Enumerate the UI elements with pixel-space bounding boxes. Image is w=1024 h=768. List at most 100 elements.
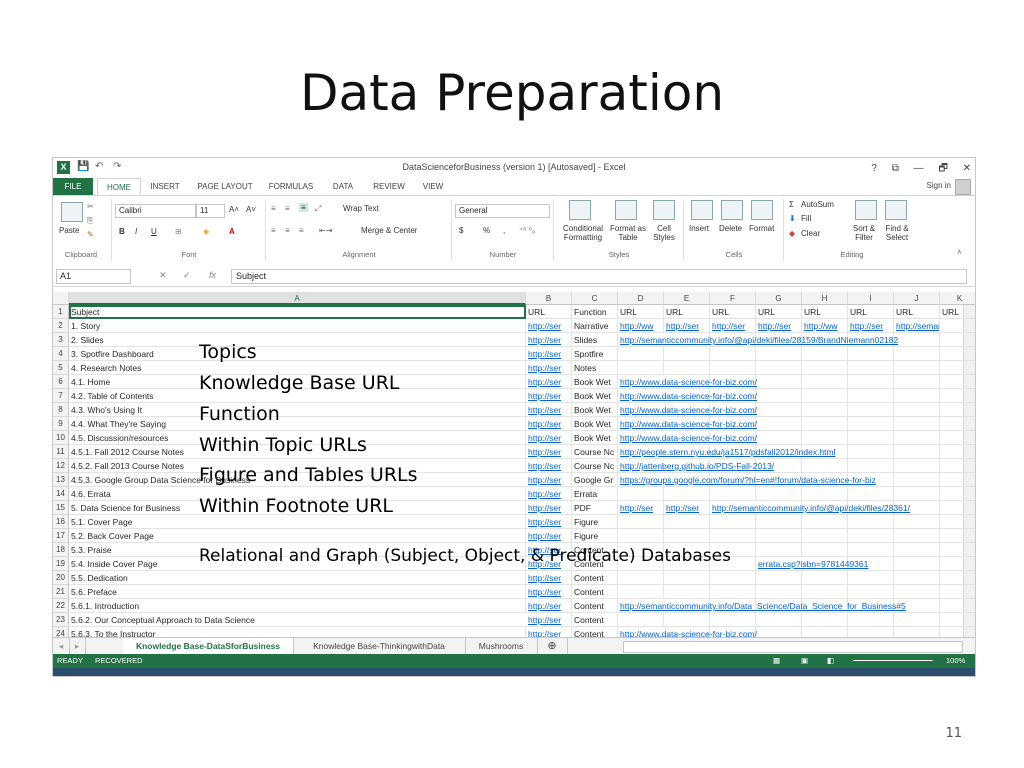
insert-button[interactable]: Insert: [689, 224, 709, 233]
cell-d17[interactable]: [618, 529, 664, 543]
cell-i2[interactable]: http://ser: [848, 319, 894, 333]
cell-c5[interactable]: Notes: [572, 361, 618, 375]
cell-d9[interactable]: http://www.data-science-for-biz.com/: [618, 417, 975, 431]
cell-b17[interactable]: http://ser: [526, 529, 572, 543]
cell-g17[interactable]: [756, 529, 802, 543]
cell-d3[interactable]: http://semanticcommunity.info/@api/deki/…: [618, 333, 975, 347]
cell-g14[interactable]: [756, 487, 802, 501]
cell-c21[interactable]: Content: [572, 585, 618, 599]
cell-a16[interactable]: 5.1. Cover Page: [69, 515, 526, 529]
row-header[interactable]: 4: [53, 347, 69, 361]
format-button[interactable]: Format: [749, 224, 774, 233]
cell-j1[interactable]: URL: [894, 305, 940, 319]
wrap-text-button[interactable]: Wrap Text: [343, 204, 379, 213]
fill-button[interactable]: Fill: [801, 214, 811, 223]
cell-c15[interactable]: PDF: [572, 501, 618, 515]
minimize-icon[interactable]: —: [914, 163, 924, 174]
orientation-icon[interactable]: ⤢: [315, 204, 321, 214]
cancel-icon[interactable]: ✕: [159, 270, 167, 281]
cell-k1[interactable]: URL: [940, 305, 975, 319]
cell-d2[interactable]: http://ww: [618, 319, 664, 333]
cell-i21[interactable]: [848, 585, 894, 599]
cell-j14[interactable]: [894, 487, 940, 501]
tab-page-layout[interactable]: PAGE LAYOUT: [193, 178, 257, 195]
cell-a22[interactable]: 5.6.1. Introduction: [69, 599, 526, 613]
ribbon-display-icon[interactable]: ⧉: [892, 163, 899, 174]
cell-c16[interactable]: Figure: [572, 515, 618, 529]
cell-i4[interactable]: [848, 347, 894, 361]
cell-i18[interactable]: [848, 543, 894, 557]
enter-icon[interactable]: ✓: [183, 270, 191, 281]
fill-icon[interactable]: ⬇: [789, 214, 796, 223]
format-as-table-icon[interactable]: [615, 200, 637, 220]
row-header[interactable]: 1: [53, 305, 69, 319]
row-header[interactable]: 12: [53, 459, 69, 473]
cell-f1[interactable]: URL: [710, 305, 756, 319]
row-header[interactable]: 8: [53, 403, 69, 417]
cell-c11[interactable]: Course Nc: [572, 445, 618, 459]
copy-icon[interactable]: ⎘: [87, 216, 93, 226]
find-select-button[interactable]: Find & Select: [881, 224, 913, 242]
cell-b24[interactable]: http://ser: [526, 627, 572, 637]
cell-f2[interactable]: http://ser: [710, 319, 756, 333]
column-header[interactable]: G: [756, 292, 802, 305]
tab-data[interactable]: DATA: [325, 178, 361, 195]
cell-h23[interactable]: [802, 613, 848, 627]
cell-e20[interactable]: [664, 571, 710, 585]
cell-f17[interactable]: [710, 529, 756, 543]
cell-f20[interactable]: [710, 571, 756, 585]
row-header[interactable]: 2: [53, 319, 69, 333]
horizontal-scrollbar[interactable]: [623, 641, 963, 653]
cell-k17[interactable]: [940, 529, 975, 543]
cell-h16[interactable]: [802, 515, 848, 529]
sign-in-link[interactable]: Sign in: [927, 181, 951, 190]
cell-b15[interactable]: http://ser: [526, 501, 572, 515]
sheet-tab-thinkingwithdata[interactable]: Knowledge Base-ThinkingwithData: [293, 638, 466, 654]
cell-e15[interactable]: http://ser: [664, 501, 710, 515]
format-cells-icon[interactable]: [751, 200, 773, 220]
normal-view-icon[interactable]: ▦: [773, 654, 780, 668]
delete-cells-icon[interactable]: [721, 200, 743, 220]
cell-k18[interactable]: [940, 543, 975, 557]
cell-b6[interactable]: http://ser: [526, 375, 572, 389]
cell-c17[interactable]: Figure: [572, 529, 618, 543]
cell-a1[interactable]: Subject: [69, 305, 526, 319]
cell-f5[interactable]: [710, 361, 756, 375]
fill-color-icon[interactable]: ◈: [203, 227, 209, 236]
cell-a17[interactable]: 5.2. Back Cover Page: [69, 529, 526, 543]
row-header[interactable]: 21: [53, 585, 69, 599]
cell-f15[interactable]: http://semanticcommunity.info/@api/deki/…: [710, 501, 975, 515]
cell-h17[interactable]: [802, 529, 848, 543]
cell-c20[interactable]: Content: [572, 571, 618, 585]
column-header[interactable]: C: [572, 292, 618, 305]
paste-icon[interactable]: [61, 202, 83, 222]
cell-d16[interactable]: [618, 515, 664, 529]
row-header[interactable]: 18: [53, 543, 69, 557]
row-header[interactable]: 16: [53, 515, 69, 529]
row-header[interactable]: 22: [53, 599, 69, 613]
cut-icon[interactable]: ✂: [87, 202, 94, 211]
cell-b12[interactable]: http://ser: [526, 459, 572, 473]
row-header[interactable]: 5: [53, 361, 69, 375]
cell-d24[interactable]: http://www.data-science-for-biz.com/: [618, 627, 975, 637]
column-header[interactable]: F: [710, 292, 756, 305]
row-header[interactable]: 17: [53, 529, 69, 543]
cell-styles-icon[interactable]: [653, 200, 675, 220]
comma-button[interactable]: ,: [503, 226, 505, 235]
tab-insert[interactable]: INSERT: [143, 178, 187, 195]
row-header[interactable]: 13: [53, 473, 69, 487]
cell-d12[interactable]: http://jattenberg.github.io/PDS-Fall-201…: [618, 459, 975, 473]
grow-font-icon[interactable]: A˄: [229, 205, 239, 214]
cell-e5[interactable]: [664, 361, 710, 375]
shrink-font-icon[interactable]: A˅: [246, 205, 256, 214]
cell-c14[interactable]: Errata: [572, 487, 618, 501]
sort-filter-icon[interactable]: [855, 200, 877, 220]
cell-f4[interactable]: [710, 347, 756, 361]
insert-function-icon[interactable]: fx: [209, 270, 216, 280]
sort-filter-button[interactable]: Sort & Filter: [849, 224, 879, 242]
column-header[interactable]: D: [618, 292, 664, 305]
cell-c22[interactable]: Content: [572, 599, 618, 613]
align-top-icon[interactable]: ≡: [271, 204, 276, 213]
cell-i5[interactable]: [848, 361, 894, 375]
cell-h21[interactable]: [802, 585, 848, 599]
